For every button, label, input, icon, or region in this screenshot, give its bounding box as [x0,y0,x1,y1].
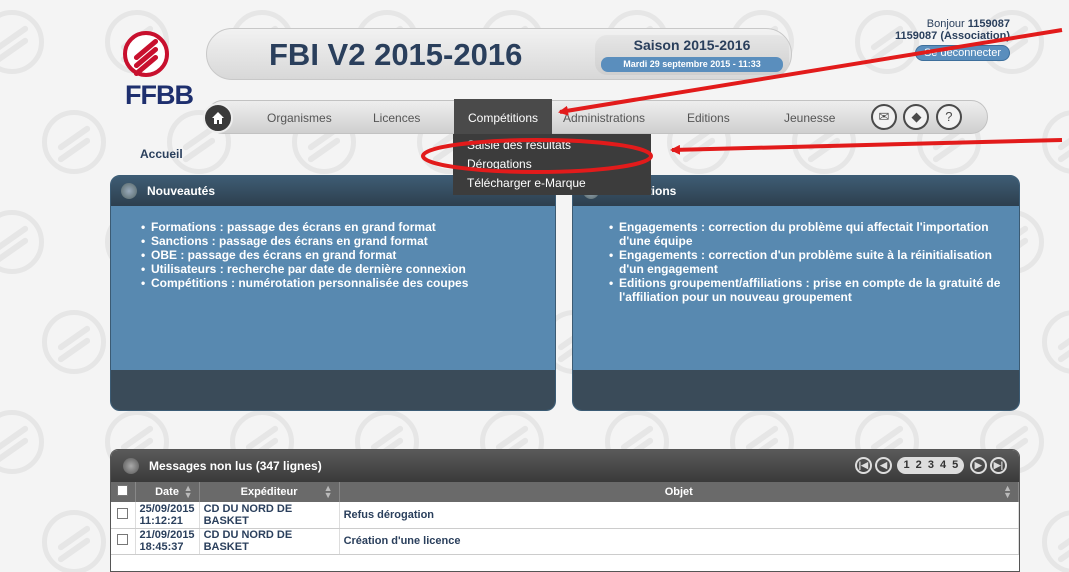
sort-icon: ▲ ▼ [1003,483,1012,500]
date-cell: 25/09/2015 11:12:21 [135,502,200,529]
watermark-logo-icon [42,510,106,572]
watermark-logo-icon [0,10,44,74]
panel-footer [111,370,555,410]
row-checkbox[interactable] [117,507,129,519]
nav-editions[interactable]: Editions [687,101,730,135]
prev-page-icon[interactable]: ◀ [875,457,893,474]
book-icon[interactable]: ◆ [903,104,930,130]
list-item: Formations : passage des écrans en grand… [141,220,555,234]
help-icon[interactable]: ? [935,104,962,130]
list-item: OBE : passage des écrans en grand format [141,248,555,262]
subject-cell[interactable]: Refus dérogation [339,502,1019,529]
watermark-logo-icon [1042,310,1069,374]
time-value: 18:45:37 [139,541,184,553]
menu-derogations[interactable]: Dérogations [453,155,651,174]
watermark-logo-icon [0,210,44,274]
corrections-panel: Corrections Engagements : correction du … [572,175,1020,411]
list-item: Editions groupement/affiliations : prise… [609,276,1011,304]
news-panel: Nouveautés Formations : passage des écra… [110,175,556,411]
user-greeting-line: Bonjour 1159087 [820,18,1010,30]
col-subject-label: Objet [664,486,693,498]
col-subject[interactable]: Objet ▲ ▼ [339,482,1019,502]
season-box: Saison 2015-2016 Mardi 29 septembre 2015… [595,35,789,75]
page-numbers[interactable]: 1 2 3 4 5 [897,457,965,474]
watermark-logo-icon [0,410,44,474]
main-nav: Organismes Licences Compétitions Adminis… [203,99,988,137]
messages-header: Messages non lus (347 lignes) |◀ ◀ 1 2 3… [111,450,1019,482]
messages-panel: Messages non lus (347 lignes) |◀ ◀ 1 2 3… [110,449,1020,572]
col-sender[interactable]: Expéditeur ▲ ▼ [199,482,340,502]
sender-cell: CD DU NORD DE BASKET [199,502,340,529]
panel-footer [573,370,1019,410]
header: FFBB FBI V2 2015-2016 Saison 2015-2016 M… [108,14,1020,137]
user-id: 1159087 [967,18,1010,30]
table-row[interactable]: 21/09/2015 18:45:37 CD DU NORD DE BASKET … [111,528,1019,555]
list-item: Engagements : correction d'un problème s… [609,248,1011,276]
list-item: Engagements : correction du problème qui… [609,220,1011,248]
user-account: 1159087 (Association) [895,30,1010,42]
date-value: 21/09/2015 [139,529,195,541]
nav-competitions[interactable]: Compétitions [454,99,553,137]
breadcrumb[interactable]: Accueil [140,147,183,161]
list-item: Utilisateurs : recherche par date de der… [141,262,555,276]
pagination: |◀ ◀ 1 2 3 4 5 ▶ ▶| [854,457,1007,475]
date-value: 25/09/2015 [139,502,195,515]
globe-icon [121,183,137,199]
news-panel-title: Nouveautés [147,184,216,198]
news-list: Formations : passage des écrans en grand… [111,206,555,290]
season-label: Saison 2015-2016 [633,37,751,53]
sender-cell: CD DU NORD DE BASKET [199,528,340,555]
table-row[interactable]: 25/09/2015 11:12:21 CD DU NORD DE BASKET … [111,502,1019,529]
date-cell: 21/09/2015 18:45:37 [135,528,200,555]
row-select-cell [111,502,136,529]
watermark-logo-icon [42,310,106,374]
nav-jeunesse[interactable]: Jeunesse [784,101,835,135]
sort-icon: ▲ ▼ [183,483,193,500]
last-page-icon[interactable]: ▶| [990,457,1007,474]
row-select-cell [111,528,136,555]
nav-administrations[interactable]: Administrations [563,101,645,135]
nav-icons: ✉ ◆ ? [871,104,964,130]
select-all-checkbox[interactable] [117,485,129,496]
corrections-list: Engagements : correction du problème qui… [573,206,1019,304]
title-banner: FBI V2 2015-2016 Saison 2015-2016 Mardi … [206,28,792,80]
logout-button[interactable]: Se déconnecter [914,45,1010,61]
subject-cell[interactable]: Création d'une licence [339,528,1019,555]
nav-licences[interactable]: Licences [373,101,420,135]
watermark-logo-icon [1042,510,1069,572]
season-date: Mardi 29 septembre 2015 - 11:33 [601,57,783,72]
watermark-logo-icon [1042,110,1069,174]
watermark-logo-icon [42,110,106,174]
list-item: Compétitions : numérotation personnalisé… [141,276,555,290]
nav-organismes[interactable]: Organismes [267,101,332,135]
menu-telecharger-emarque[interactable]: Télécharger e-Marque [453,174,651,193]
first-page-icon[interactable]: |◀ [854,457,872,474]
home-icon [212,112,224,124]
logo-text: FFBB [125,80,194,110]
sort-icon: ▲ ▼ [323,483,333,500]
next-page-icon[interactable]: ▶ [969,457,987,474]
messages-table: Date ▲ ▼ Expéditeur ▲ ▼ Objet ▲ ▼ 25/09/2015 11… [111,482,1019,555]
list-item: Sanctions : passage des écrans en grand … [141,234,555,248]
ffbb-logo-icon [123,31,169,78]
mail-icon[interactable]: ✉ [871,104,897,130]
globe-icon [123,458,139,474]
app-title: FBI V2 2015-2016 [269,37,523,72]
row-checkbox[interactable] [117,534,129,545]
select-all-cell [111,482,136,502]
greeting: Bonjour [926,18,965,30]
messages-title: Messages non lus (347 lignes) [149,459,322,473]
col-sender-label: Expéditeur [240,486,298,498]
competitions-dropdown: Saisie des résultats Dérogations Télécha… [453,134,651,195]
time-value: 11:12:21 [139,514,183,527]
home-button[interactable] [203,103,233,133]
menu-saisie-resultats[interactable]: Saisie des résultats [453,136,651,155]
user-box: Bonjour 1159087 1159087 (Association) Se… [820,18,1010,61]
col-date[interactable]: Date ▲ ▼ [135,482,200,502]
col-date-label: Date [155,486,179,498]
